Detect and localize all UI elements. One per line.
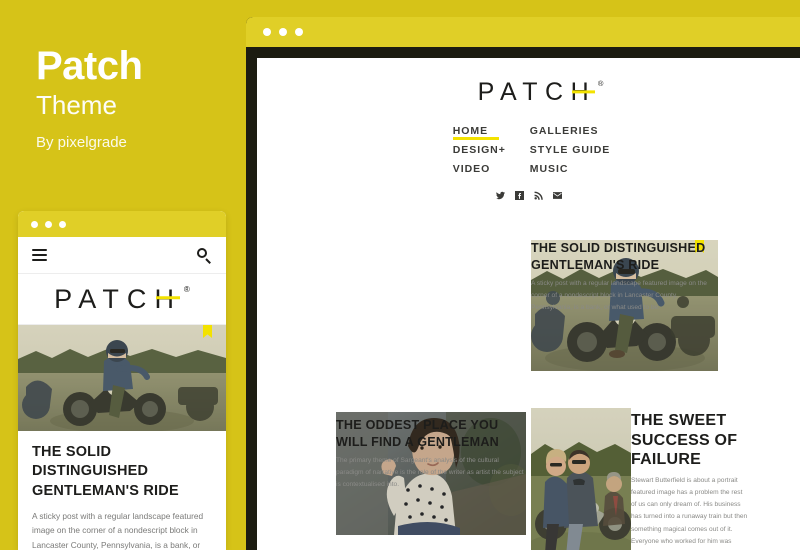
mobile-navbar <box>18 237 226 274</box>
logo-h-mark: H <box>570 78 597 106</box>
article-excerpt-1: A sticky post with a regular landscape f… <box>531 280 707 312</box>
main-navigation: HOME GALLERIES DESIGN+ STYLE GUIDE VIDEO… <box>263 125 800 177</box>
window-dot-maximize[interactable] <box>295 28 303 36</box>
article-title-2[interactable]: THE ODDEST PLACE YOU WILL FIND A GENTLEM… <box>336 417 526 450</box>
window-dot-2[interactable] <box>45 220 52 228</box>
mobile-article: THE SOLID DISTINGUISHED GENTLEMAN'S RIDE… <box>18 431 226 550</box>
logo-h-mark: H <box>154 283 183 314</box>
logo-yellow-bar <box>572 89 595 94</box>
nav-item-style-guide[interactable]: STYLE GUIDE <box>530 144 610 158</box>
logo-yellow-bar <box>156 296 181 300</box>
site-logo[interactable]: PATC H ® <box>257 80 800 105</box>
article-1: THE SOLID DISTINGUISHED GENTLEMAN'S RIDE… <box>531 240 717 314</box>
article-excerpt-3: Stewart Butterfield is about a portrait … <box>631 476 748 545</box>
article-3: THE SWEET SUCCESS OF FAILURE Stewart But… <box>631 411 749 550</box>
social-links <box>257 191 800 200</box>
page-byline: By pixelgrade <box>36 134 127 151</box>
logo-letters: PATC <box>54 283 155 314</box>
twitter-icon[interactable] <box>495 191 505 200</box>
window-dot-1[interactable] <box>31 220 38 228</box>
article-2: THE ODDEST PLACE YOU WILL FIND A GENTLEM… <box>336 417 526 491</box>
page-title: Patch <box>36 44 143 88</box>
site-header: PATC H ® HOME GALLERIES DESIGN+ STYLE GUID… <box>257 58 800 200</box>
mobile-article-excerpt: A sticky post with a regular landscape f… <box>32 510 204 550</box>
registered-mark: ® <box>597 79 604 89</box>
nav-item-design[interactable]: DESIGN+ <box>453 144 506 158</box>
browser-titlebar <box>246 17 800 47</box>
mobile-logo[interactable]: PATC H ® <box>18 274 226 325</box>
article-title-1[interactable]: THE SOLID DISTINGUISHED GENTLEMAN'S RIDE <box>531 240 717 273</box>
search-icon[interactable] <box>197 247 212 263</box>
mobile-hero-image[interactable] <box>18 325 226 431</box>
hamburger-icon[interactable] <box>32 249 47 261</box>
registered-mark: ® <box>183 284 190 294</box>
nav-item-home[interactable]: HOME <box>452 125 506 140</box>
mobile-titlebar <box>18 211 226 237</box>
window-dot-minimize[interactable] <box>279 28 287 36</box>
mobile-article-title[interactable]: THE SOLID DISTINGUISHED GENTLEMAN'S RIDE <box>32 443 212 501</box>
window-dot-close[interactable] <box>263 28 271 36</box>
article-image-3[interactable] <box>531 408 631 550</box>
nav-item-music[interactable]: MUSIC <box>530 163 610 177</box>
rss-icon[interactable] <box>533 191 543 200</box>
promo-panel: Patch Theme By pixelgrade <box>36 46 236 151</box>
facebook-icon[interactable] <box>514 191 524 200</box>
nav-item-galleries[interactable]: GALLERIES <box>530 125 610 139</box>
article-excerpt-2: The primary theme of Sargeant's analysis… <box>336 457 524 489</box>
nav-item-video[interactable]: VIDEO <box>453 163 506 177</box>
mobile-mockup: PATC H ® THE SOLID DISTINGUISHED GENTLEM… <box>18 211 226 550</box>
browser-viewport: PATC H ® HOME GALLERIES DESIGN+ STYLE GUID… <box>257 58 800 550</box>
browser-mockup: PATC H ® HOME GALLERIES DESIGN+ STYLE GUID… <box>246 17 800 550</box>
email-icon[interactable] <box>552 191 562 200</box>
page-subtitle: Theme <box>36 90 117 120</box>
article-title-3[interactable]: THE SWEET SUCCESS OF FAILURE <box>631 411 749 470</box>
window-dot-3[interactable] <box>59 220 66 228</box>
logo-letters: PATC <box>477 78 571 106</box>
